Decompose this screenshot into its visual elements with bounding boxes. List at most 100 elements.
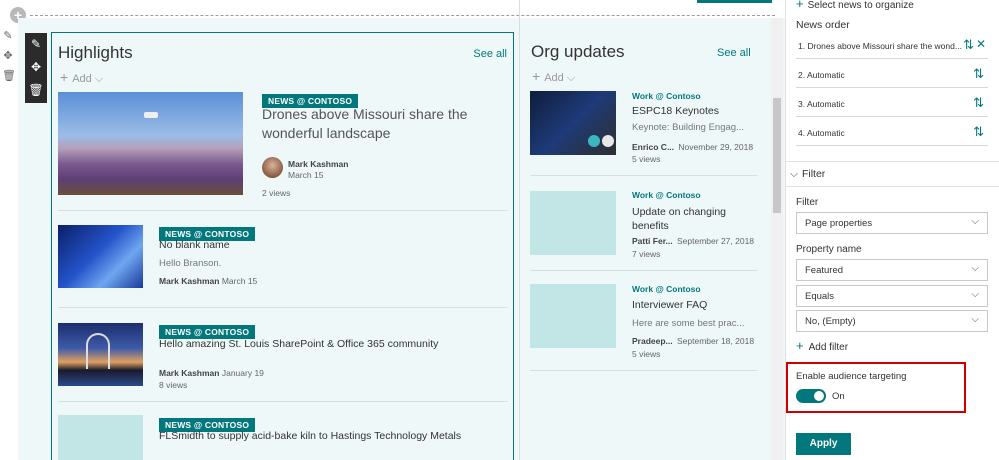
news-item-1-meta: Mark Kashman March 15 xyxy=(159,276,257,286)
apply-button[interactable]: Apply xyxy=(796,433,851,455)
filter-section-toggle[interactable]: ⌵ Filter xyxy=(790,168,825,181)
order-item-label: 2. Automatic xyxy=(798,70,845,80)
chevron-down-icon: ⌵ xyxy=(971,289,979,300)
order-item-4[interactable]: 4. Automatic ⇅ xyxy=(796,118,988,146)
reorder-icon[interactable]: ⇅ xyxy=(973,66,984,82)
order-item-label: 3. Automatic xyxy=(798,99,845,109)
org-item-2-image[interactable] xyxy=(530,191,616,255)
delete-webpart-icon[interactable]: 🗑 xyxy=(28,82,44,98)
highlights-see-all-link[interactable]: See all xyxy=(473,48,507,60)
edit-webpart-icon[interactable]: ✎ xyxy=(28,36,44,52)
toggle-knob xyxy=(814,391,824,401)
highlights-webpart: Highlights See all + Add ⌵ NEWS @ CONTOSO… xyxy=(51,32,514,460)
audience-targeting-highlight xyxy=(786,362,966,413)
chevron-down-icon: ⌵ xyxy=(790,168,798,180)
org-item-1-image[interactable] xyxy=(530,91,616,155)
featured-views: 2 views xyxy=(262,188,291,198)
news-item-2-title[interactable]: Hello amazing St. Louis SharePoint & Off… xyxy=(159,338,499,350)
edit-section-icon[interactable]: ✎ xyxy=(2,30,14,42)
logo-circle xyxy=(602,135,614,147)
news-order-heading: News order xyxy=(796,19,850,31)
org-updates-webpart: Org updates See all + Add ⌵ Work @ Contos… xyxy=(520,32,770,460)
news-item-3-image[interactable] xyxy=(58,415,143,460)
order-item-1[interactable]: 1. Drones above Missouri share the wond.… xyxy=(796,31,988,59)
author-name: Mark Kashman xyxy=(159,276,220,286)
org-item-3-meta: Pradeep... September 18, 2018 xyxy=(632,336,754,346)
org-item-2-site[interactable]: Work @ Contoso xyxy=(632,190,701,200)
news-item-1-title[interactable]: No blank name xyxy=(159,239,230,251)
property-value: Featured xyxy=(805,265,844,276)
property-name-dropdown[interactable]: Featured ⌵ xyxy=(796,259,988,281)
org-item-3-views: 5 views xyxy=(632,349,661,359)
org-add-button[interactable]: + Add ⌵ xyxy=(532,68,575,85)
select-news-link[interactable]: + Select news to organize xyxy=(796,0,914,11)
author-name: Pradeep... xyxy=(632,336,673,346)
reorder-icon[interactable]: ⇅ xyxy=(963,37,974,53)
move-section-icon[interactable]: ✥ xyxy=(2,50,14,62)
chevron-down-icon: ⌵ xyxy=(94,73,104,85)
add-filter-label: Add filter xyxy=(808,342,849,353)
news-date: January 19 xyxy=(221,368,264,378)
news-date: November 29, 2018 xyxy=(678,142,754,152)
order-item-2[interactable]: 2. Automatic ⇅ xyxy=(796,60,988,88)
plus-icon: + xyxy=(60,69,69,85)
drone-image xyxy=(144,112,158,118)
webpart-toolbar: ✎ ✥ 🗑 xyxy=(25,33,47,103)
org-item-3-image[interactable] xyxy=(530,284,616,348)
plus-icon: + xyxy=(532,68,541,84)
org-see-all-link[interactable]: See all xyxy=(717,47,751,59)
featured-title[interactable]: Drones above Missouri share the wonderfu… xyxy=(262,105,482,143)
news-item-2-image[interactable] xyxy=(58,323,143,386)
org-item-2-title[interactable]: Update on changing benefits xyxy=(632,205,752,233)
audience-targeting-toggle[interactable] xyxy=(796,389,826,403)
scrollbar-thumb[interactable] xyxy=(773,98,781,213)
news-item-3-title[interactable]: FLSmidth to supply acid-bake kiln to Has… xyxy=(159,430,509,442)
operator-dropdown[interactable]: Equals ⌵ xyxy=(796,285,988,307)
featured-news-image[interactable] xyxy=(58,92,243,195)
author-name: Mark Kashman xyxy=(159,368,220,378)
close-icon[interactable]: ✕ xyxy=(976,37,986,51)
highlights-add-button[interactable]: + Add ⌵ xyxy=(60,69,103,86)
audience-targeting-label: Enable audience targeting xyxy=(796,371,907,382)
add-filter-button[interactable]: + Add filter xyxy=(796,338,848,353)
separator xyxy=(58,307,508,308)
featured-date: March 15 xyxy=(288,170,324,180)
org-item-3-title[interactable]: Interviewer FAQ xyxy=(632,299,707,311)
news-item-2-views: 8 views xyxy=(159,380,188,390)
org-item-1-meta: Enrico C... November 29, 2018 xyxy=(632,142,753,152)
org-item-1-desc: Keynote: Building Engag... xyxy=(632,122,744,133)
value-dropdown[interactable]: No, (Empty) ⌵ xyxy=(796,310,988,332)
org-item-2-views: 7 views xyxy=(632,249,661,259)
separator xyxy=(58,401,508,402)
value-value: No, (Empty) xyxy=(805,316,856,327)
chevron-down-icon: ⌵ xyxy=(566,72,576,84)
order-item-3[interactable]: 3. Automatic ⇅ xyxy=(796,89,988,117)
chevron-down-icon: ⌵ xyxy=(971,263,979,274)
add-label: Add xyxy=(72,73,92,85)
org-item-1-site[interactable]: Work @ Contoso xyxy=(632,91,701,101)
property-name-label: Property name xyxy=(796,244,862,255)
move-webpart-icon[interactable]: ✥ xyxy=(28,59,44,75)
featured-author: Mark Kashman xyxy=(288,159,348,169)
section-divider xyxy=(30,15,775,16)
reorder-icon[interactable]: ⇅ xyxy=(973,95,984,111)
org-item-1-title[interactable]: ESPC18 Keynotes xyxy=(632,105,719,117)
property-pane: + Select news to organize News order 1. D… xyxy=(785,0,999,460)
delete-section-icon[interactable]: 🗑 xyxy=(2,70,16,82)
reorder-icon[interactable]: ⇅ xyxy=(973,124,984,140)
news-date: September 18, 2018 xyxy=(677,336,755,346)
news-item-1-image[interactable] xyxy=(58,225,143,288)
author-avatar xyxy=(262,157,283,178)
separator xyxy=(530,175,757,176)
org-item-2-meta: Patti Fer... September 27, 2018 xyxy=(632,236,754,246)
audience-targeting-state: On xyxy=(832,391,845,402)
separator xyxy=(786,186,999,187)
news-date: September 27, 2018 xyxy=(677,236,755,246)
org-item-3-site[interactable]: Work @ Contoso xyxy=(632,284,701,294)
canvas-scrollbar[interactable] xyxy=(771,18,783,460)
filter-dropdown[interactable]: Page properties ⌵ xyxy=(796,212,988,234)
operator-value: Equals xyxy=(805,291,835,302)
separator xyxy=(786,161,999,162)
org-item-1-views: 5 views xyxy=(632,154,661,164)
author-name: Enrico C... xyxy=(632,142,675,152)
